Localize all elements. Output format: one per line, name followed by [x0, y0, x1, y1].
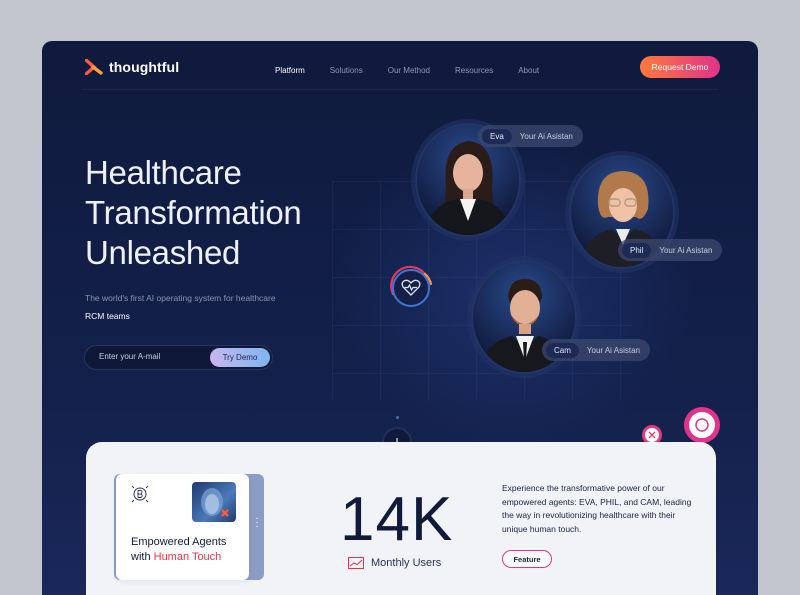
hero-subtitle-highlight: RCM teams — [85, 311, 130, 321]
nav-item-solutions[interactable]: Solutions — [330, 66, 363, 75]
agent-role: Your Ai Asistan — [659, 245, 713, 255]
chart-icon — [348, 557, 364, 569]
user-count: 14K — [340, 485, 454, 554]
agent-name: Cam — [546, 342, 579, 358]
agents-card[interactable]: Empowered Agents with Human Touch — [116, 474, 249, 580]
logo[interactable]: thoughtful — [85, 59, 179, 75]
agent-tag-phil: Phil Your Ai Asistan — [618, 239, 723, 261]
app-frame: thoughtful Platform Solutions Our Method… — [42, 41, 758, 595]
hero-subtitle-text: The world's first AI operating system fo… — [85, 293, 276, 303]
ai-face-thumbnail — [201, 488, 229, 517]
metric-label-row: Monthly Users — [348, 557, 441, 569]
hero-title-line: Healthcare — [85, 154, 242, 191]
email-field[interactable] — [99, 352, 209, 361]
nav-item-our-method[interactable]: Our Method — [388, 66, 430, 75]
brand-name: thoughtful — [109, 59, 180, 75]
logo-icon — [85, 59, 103, 75]
coin-icon — [648, 431, 656, 439]
description: Experience the transformative power of o… — [502, 483, 692, 534]
coin-icon — [695, 418, 709, 432]
stats-panel: Empowered Agents with Human Touch · · · 14… — [86, 442, 716, 595]
heart-badge — [392, 269, 430, 307]
kebab-icon[interactable]: · · · — [255, 514, 259, 532]
feature-button[interactable]: Feature — [502, 550, 552, 568]
scroll-dot — [396, 416, 399, 419]
hero-title: Healthcare Transformation Unleashed — [85, 153, 302, 273]
main-nav: Platform Solutions Our Method Resources … — [275, 66, 564, 75]
header-divider — [82, 89, 718, 90]
agent-tag-eva: Eva Your Ai Asistan — [478, 125, 583, 147]
nav-item-resources[interactable]: Resources — [455, 66, 493, 75]
card-title-highlight: Human Touch — [153, 551, 222, 563]
nav-item-platform[interactable]: Platform — [275, 66, 305, 75]
nav-item-about[interactable]: About — [518, 66, 539, 75]
hero-title-line: Transformation — [85, 194, 302, 231]
hero-subtitle: The world's first AI operating system fo… — [85, 289, 285, 325]
agent-role: Your Ai Asistan — [586, 345, 640, 355]
hero-title-line: Unleashed — [85, 234, 241, 271]
email-signup: Try Demo — [84, 345, 273, 370]
heart-pulse-icon — [401, 279, 421, 296]
agent-name: Eva — [482, 128, 512, 144]
metric-label: Monthly Users — [371, 557, 442, 569]
request-demo-button[interactable]: Request Demo — [640, 56, 720, 78]
agent-role: Your Ai Asistan — [519, 131, 573, 141]
bitcoin-icon — [131, 485, 149, 503]
agent-thumbnail — [192, 482, 236, 522]
card-title: Empowered Agents with Human Touch — [131, 535, 246, 565]
agent-tag-cam: Cam Your Ai Asistan — [542, 339, 650, 361]
try-demo-button[interactable]: Try Demo — [210, 348, 270, 367]
coin-decoration — [684, 407, 720, 443]
agent-name: Phil — [622, 242, 652, 258]
